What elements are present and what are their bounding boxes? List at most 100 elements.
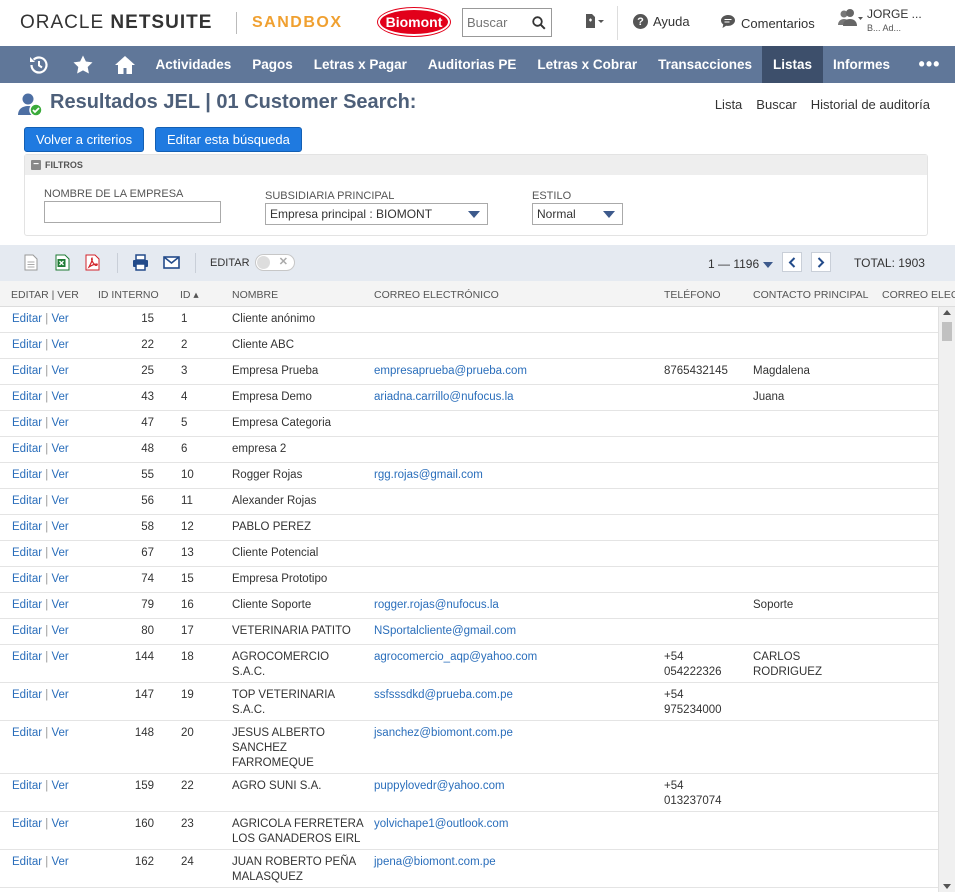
email-icon[interactable] [163,256,180,274]
internal-id-cell: 48 [141,443,154,455]
internal-id-cell: 74 [141,573,154,585]
oracle-netsuite-logo[interactable]: ORACLE NETSUITE [20,12,212,34]
create-new-menu[interactable] [584,13,606,32]
id-cell: 15 [181,573,194,585]
help-link[interactable]: ? Ayuda [633,14,690,29]
table-row: Editar | Ver 43 4 Empresa Demo ariadna.carri… [0,385,938,411]
email-link[interactable]: ariadna.carrillo@nufocus.la [374,390,514,405]
feedback-label: Comentarios [741,15,815,31]
filters-panel: − FILTROS NOMBRE DE LA EMPRESA SUBSIDIAR… [24,154,928,236]
nav-listas[interactable]: Listas [762,46,823,83]
email-link[interactable]: jsanchez@biomont.com.pe [374,726,513,741]
nav-pagos[interactable]: Pagos [242,46,304,83]
id-cell: 23 [181,818,194,830]
subsidiary-value: Empresa principal : BIOMONT [270,207,433,221]
scroll-thumb[interactable] [942,322,952,341]
col-edit-view: EDITAR | VER [11,289,79,301]
prev-page-button[interactable] [782,252,802,272]
table-row: Editar | Ver 15 1 Cliente anónimo [0,307,938,333]
email-link[interactable]: NSportalcliente@gmail.com [374,624,516,639]
email-link[interactable]: jpena@biomont.com.pe [374,855,496,870]
subsidiary-select[interactable]: Empresa principal : BIOMONT [265,203,488,225]
email-link[interactable]: yolvichape1@outlook.com [374,817,508,832]
contact-link[interactable]: Soporte [753,598,793,613]
id-cell: 4 [181,391,188,403]
company-name-input[interactable] [44,201,221,223]
nav-letras-x-pagar[interactable]: Letras x Pagar [303,46,417,83]
collapse-icon[interactable]: − [31,160,41,170]
nav-more-menu[interactable]: ••• [919,54,941,75]
filters-header[interactable]: − FILTROS [25,155,927,175]
name-cell: AGROCOMERCIO S.A.C. [232,651,330,678]
col-email-2[interactable]: CORREO ELECTR [882,289,955,301]
style-label: ESTILO [532,190,572,202]
id-cell: 12 [181,521,194,533]
vertical-scrollbar[interactable] [938,307,955,892]
table-row: Editar | Ver 74 15 Empresa Prototipo [0,567,938,593]
feedback-link[interactable]: Comentarios [720,14,815,32]
email-link[interactable]: puppylovedr@yahoo.com [374,779,505,794]
name-cell: PABLO PEREZ [232,521,312,533]
contact-link[interactable]: Juana [753,390,784,405]
internal-id-cell: 147 [134,689,154,701]
contact-link[interactable]: CARLOS RODRIGUEZ [753,650,822,680]
user-menu[interactable]: JORGE ... B... Ad... [837,7,922,33]
list-link[interactable]: Lista [715,97,742,112]
email-link[interactable]: ssfsssdkd@prueba.com.pe [374,688,513,703]
email-link[interactable]: empresaprueba@prueba.com [374,364,527,379]
name-cell: Empresa Demo [232,391,312,403]
contact-link[interactable]: Magdalena [753,364,810,379]
table-row: Editar | Ver 58 12 PABLO PEREZ [0,515,938,541]
next-page-button[interactable] [811,252,831,272]
export-csv-icon[interactable] [24,254,38,276]
chevron-down-icon [603,211,615,218]
search-input[interactable] [463,15,527,30]
col-id[interactable]: ID ▴ [180,289,199,301]
search-link[interactable]: Buscar [756,97,796,112]
export-pdf-icon[interactable] [85,254,101,276]
table-row: Editar | Ver 47 5 Empresa Categoria [0,411,938,437]
col-name[interactable]: NOMBRE [232,289,278,301]
subsidiary-label: SUBSIDIARIA PRINCIPAL [265,190,395,202]
scroll-down-icon[interactable] [943,884,951,889]
table-row: Editar | Ver 22 2 Cliente ABC [0,333,938,359]
page-range-select[interactable]: 1 — 1196 [708,257,773,271]
id-cell: 22 [181,780,194,792]
recent-records-icon[interactable] [17,46,61,83]
top-header: ORACLE NETSUITE SANDBOX Biomont ? Ayuda … [0,0,955,46]
col-email[interactable]: CORREO ELECTRÓNICO [374,289,499,301]
col-phone[interactable]: TELÉFONO [664,289,721,301]
id-cell: 2 [181,339,188,351]
edit-search-button[interactable]: Editar esta búsqueda [155,127,302,152]
name-cell: Empresa Prueba [232,365,319,377]
scroll-up-icon[interactable] [943,310,951,315]
col-internal-id[interactable]: ID INTERNO [98,289,159,301]
email-link[interactable]: rgg.rojas@gmail.com [374,468,483,483]
email-link[interactable]: agrocomercio_aqp@yahoo.com [374,650,537,665]
search-icon[interactable] [527,9,551,36]
chevron-down-icon [762,262,773,268]
logo-oracle-text: ORACLE [20,12,105,33]
style-select[interactable]: Normal [532,203,623,225]
name-cell: Cliente anónimo [232,313,316,325]
nav-transacciones[interactable]: Transacciones [648,46,763,83]
audit-history-link[interactable]: Historial de auditoría [811,97,930,112]
internal-id-cell: 148 [134,727,154,739]
print-icon[interactable] [132,254,149,276]
back-to-criteria-button[interactable]: Volver a criterios [24,127,145,152]
inline-edit-toggle[interactable]: ✕ [255,254,295,271]
nav-actividades[interactable]: Actividades [145,46,242,83]
nav-auditorias-pe[interactable]: Auditorias PE [417,46,527,83]
home-icon[interactable] [105,46,145,83]
favorites-star-icon[interactable] [61,46,105,83]
internal-id-cell: 43 [141,391,154,403]
export-excel-icon[interactable] [55,254,70,276]
nav-letras-x-cobrar[interactable]: Letras x Cobrar [527,46,648,83]
name-cell: Cliente Potencial [232,547,319,559]
col-primary-contact[interactable]: CONTACTO PRINCIPAL [753,289,869,301]
nav-informes[interactable]: Informes [823,46,901,83]
inline-edit-label: EDITAR [210,257,250,269]
header-divider [617,6,618,40]
email-link[interactable]: rogger.rojas@nufocus.la [374,598,499,613]
internal-id-cell: 162 [134,856,154,868]
